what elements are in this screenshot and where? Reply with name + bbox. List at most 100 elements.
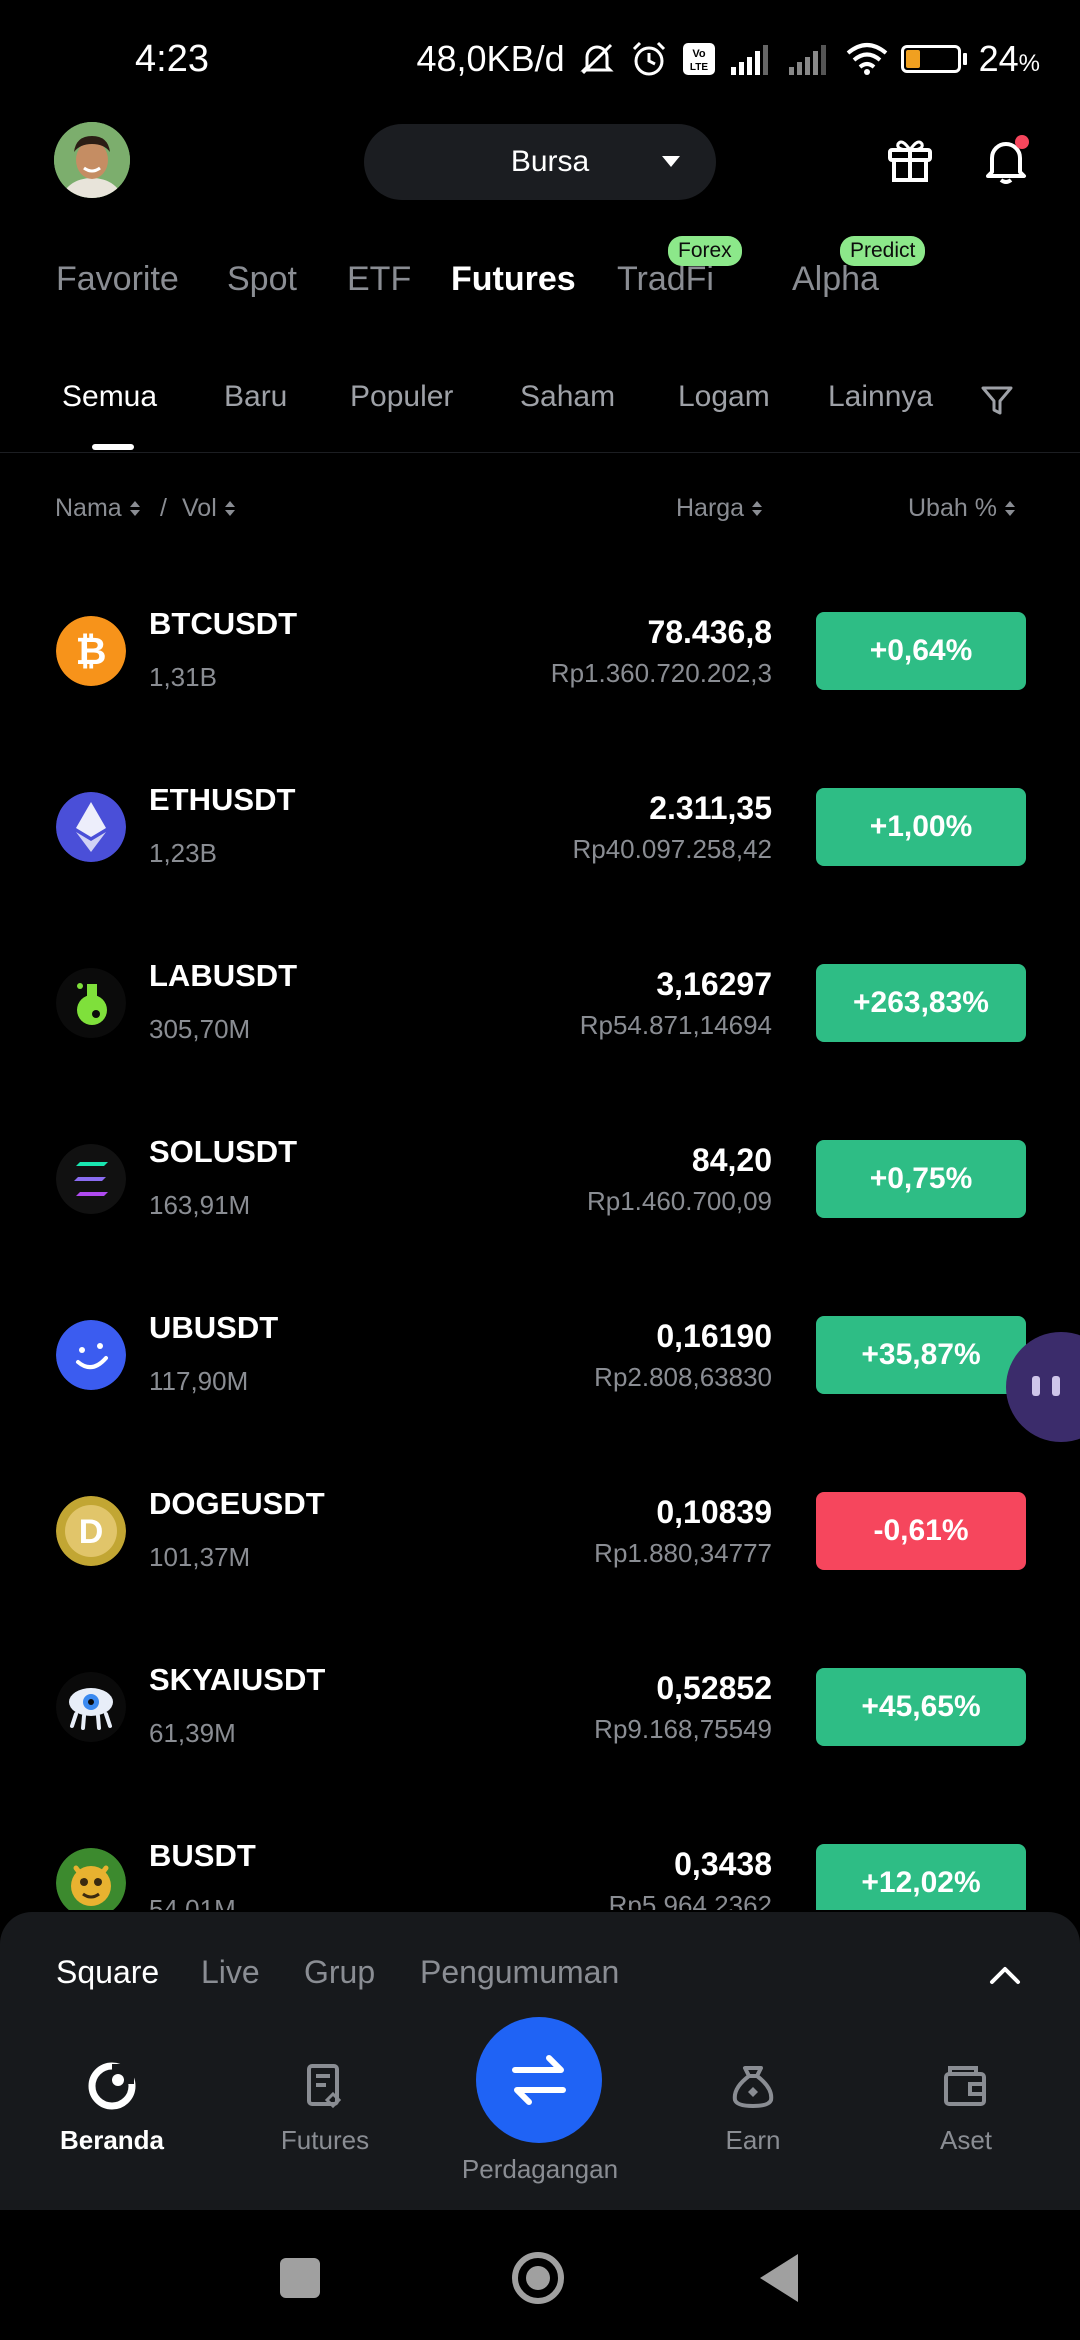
col-change-label: Ubah %	[908, 494, 997, 522]
status-icons: 48,0KB/d Vo LTE 24%	[416, 38, 1040, 80]
change-badge[interactable]: +1,00%	[816, 788, 1026, 866]
list-item[interactable]: BUSDT 54,01M 0,3438 Rp5.964,2362 +12,02%	[0, 1792, 1080, 1910]
volume: 1,23B	[149, 838, 217, 868]
change-badge[interactable]: +45,65%	[816, 1668, 1026, 1746]
gift-icon[interactable]	[884, 134, 936, 186]
volume: 101,37M	[149, 1542, 251, 1572]
feed-tab-pengumuman[interactable]: Pengumuman	[420, 1954, 619, 1991]
badge-predict: Predict	[840, 236, 926, 266]
wifi-icon	[846, 43, 887, 75]
nav-aset[interactable]: Aset	[886, 2060, 1046, 2156]
nav-label: Perdagangan	[461, 2154, 619, 2184]
symbol: BUSDT	[149, 1838, 256, 1873]
change-badge[interactable]: +0,75%	[816, 1140, 1026, 1218]
tab-favorite[interactable]: Favorite	[56, 260, 179, 299]
price-idr: Rp1.880,34777	[594, 1538, 772, 1568]
subtab-populer[interactable]: Populer	[350, 380, 453, 414]
nav-label: Beranda	[59, 2125, 165, 2155]
nav-label: Earn	[725, 2125, 781, 2155]
price-idr: Rp54.871,14694	[579, 1010, 772, 1040]
symbol: UBUSDT	[149, 1310, 279, 1345]
change-badge[interactable]: -0,61%	[816, 1492, 1026, 1570]
bell-icon[interactable]	[980, 134, 1032, 186]
symbol: LABUSDT	[149, 958, 298, 993]
list-item[interactable]: SOLUSDT 163,91M 84,20 Rp1.460.700,09 +0,…	[0, 1088, 1080, 1264]
skyai-icon	[56, 1672, 126, 1742]
avatar[interactable]	[54, 122, 130, 198]
chevron-up-icon[interactable]	[988, 1962, 1022, 1986]
back-button[interactable]	[760, 2254, 798, 2302]
signal-icon	[788, 45, 826, 75]
sort-vol[interactable]: Vol	[182, 494, 235, 523]
change-badge[interactable]: +35,87%	[816, 1316, 1026, 1394]
pause-bar	[1052, 1376, 1060, 1396]
feed-tab-live[interactable]: Live	[201, 1954, 260, 1991]
filter-icon[interactable]	[980, 384, 1014, 418]
home-icon	[88, 2062, 136, 2110]
volte-icon: Vo LTE	[682, 43, 715, 75]
subtab-lainnya[interactable]: Lainnya	[828, 380, 933, 414]
volume: 305,70M	[149, 1014, 251, 1044]
trade-swap-icon	[512, 2055, 566, 2105]
price-idr: Rp1.460.700,09	[586, 1186, 772, 1216]
price-idr: Rp5.964,2362	[608, 1890, 772, 1910]
exchange-dropdown[interactable]: Bursa	[364, 124, 716, 200]
svg-text:D: D	[79, 1513, 104, 1551]
symbol: SOLUSDT	[149, 1134, 298, 1169]
sort-icon	[752, 501, 763, 516]
sort-price[interactable]: Harga	[676, 494, 763, 523]
list-item[interactable]: UBUSDT 117,90M 0,16190 Rp2.808,63830 +35…	[0, 1264, 1080, 1440]
feed-tab-square[interactable]: Square	[56, 1954, 159, 1991]
list-item[interactable]: D DOGEUSDT 101,37M 0,10839 Rp1.880,34777…	[0, 1440, 1080, 1616]
list-item[interactable]: ETHUSDT 1,23B 2.311,35 Rp40.097.258,42 +…	[0, 736, 1080, 912]
nav-futures[interactable]: Futures	[245, 2060, 405, 2156]
alarm-icon	[632, 41, 665, 76]
subtab-logam[interactable]: Logam	[678, 380, 770, 414]
signal-icon	[730, 45, 768, 75]
symbol: DOGEUSDT	[149, 1486, 325, 1521]
trade-button[interactable]	[476, 2017, 602, 2143]
list-item[interactable]: ₿ BTCUSDT 1,31B 78.436,8 Rp1.360.720.202…	[0, 560, 1080, 736]
sort-change[interactable]: Ubah %	[908, 494, 1015, 523]
nav-beranda[interactable]: Beranda	[32, 2060, 192, 2156]
svg-text:₿: ₿	[76, 631, 107, 673]
notification-dot	[1015, 135, 1029, 149]
volume: 117,90M	[149, 1366, 249, 1396]
volume: 1,31B	[149, 662, 217, 692]
svg-text:LTE: LTE	[690, 62, 708, 73]
subtab-saham[interactable]: Saham	[520, 380, 615, 414]
feed-tab-grup[interactable]: Grup	[304, 1954, 375, 1991]
col-separator: /	[160, 494, 167, 522]
tab-etf[interactable]: ETF	[347, 260, 411, 299]
subtab-baru[interactable]: Baru	[224, 380, 287, 414]
subtab-semua[interactable]: Semua	[62, 380, 157, 414]
smile-icon	[56, 1320, 126, 1390]
volume: 61,39M	[149, 1718, 236, 1748]
dogecoin-icon: D	[56, 1496, 126, 1566]
sort-name[interactable]: Nama	[55, 494, 140, 523]
exchange-label: Bursa	[510, 145, 590, 178]
tab-spot[interactable]: Spot	[227, 260, 297, 299]
nav-earn[interactable]: Earn	[673, 2060, 833, 2156]
col-price-label: Harga	[676, 494, 745, 522]
price-idr: Rp40.097.258,42	[572, 834, 772, 864]
list-item[interactable]: LABUSDT 305,70M 3,16297 Rp54.871,14694 +…	[0, 912, 1080, 1088]
active-tab-indicator	[92, 444, 134, 450]
price-idr: Rp2.808,63830	[594, 1362, 772, 1392]
list-item[interactable]: SKYAIUSDT 61,39M 0,52852 Rp9.168,75549 +…	[0, 1616, 1080, 1792]
wallet-icon	[944, 2066, 986, 2106]
market-tabs: Favorite Spot ETF Futures TradFi Forex A…	[0, 236, 1080, 340]
recents-button[interactable]	[280, 2258, 320, 2298]
status-time: 4:23	[135, 38, 209, 80]
tab-futures[interactable]: Futures	[451, 260, 576, 299]
battery-percent: 24%	[978, 38, 1040, 79]
price-idr: Rp9.168,75549	[594, 1714, 772, 1744]
status-bar: 4:23 48,0KB/d Vo LTE 24%	[0, 0, 1080, 120]
volume: 163,91M	[149, 1190, 251, 1220]
price: 0,16190	[656, 1318, 772, 1354]
change-badge[interactable]: +263,83%	[816, 964, 1026, 1042]
home-button[interactable]	[512, 2252, 564, 2304]
col-name-label: Nama	[55, 494, 122, 522]
change-badge[interactable]: +12,02%	[816, 1844, 1026, 1910]
change-badge[interactable]: +0,64%	[816, 612, 1026, 690]
